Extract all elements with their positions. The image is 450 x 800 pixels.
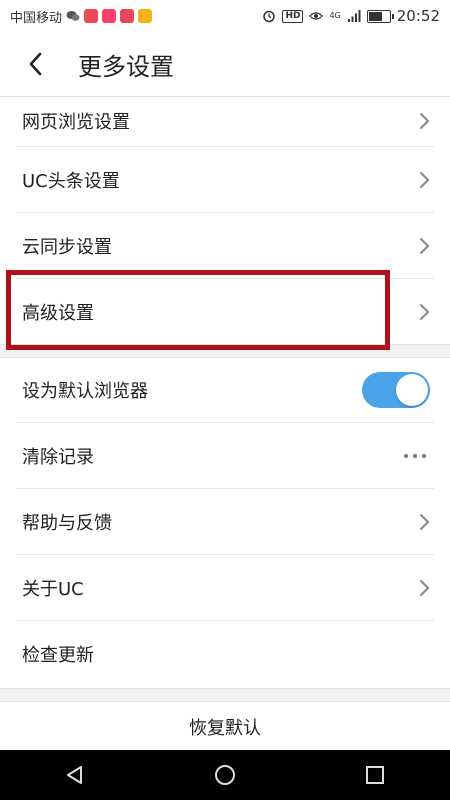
restore-defaults-button[interactable]: 恢复默认 [0,701,450,751]
eye-icon [309,12,324,20]
app-notification-icon [120,9,135,23]
chevron-right-icon [420,579,430,596]
top-app-bar: 更多设置 [0,32,450,97]
settings-item-label: UC头条设置 [22,170,120,192]
chevron-right-icon [420,237,430,254]
circle-home-icon [215,765,235,785]
settings-item-check-update[interactable]: 检查更新 [16,621,434,686]
triangle-back-icon [67,766,82,784]
toggle-knob [396,374,428,406]
settings-item-label: 云同步设置 [22,236,112,258]
settings-item-web-browsing[interactable]: 网页浏览设置 [16,96,434,147]
alarm-icon [263,10,276,23]
wechat-icon [66,11,80,21]
settings-item-label: 设为默认浏览器 [22,381,148,402]
clock: 20:52 [396,7,440,25]
square-recents-icon [366,766,384,784]
battery-level [368,11,382,21]
settings-item-label: 帮助与反馈 [22,512,112,534]
settings-item-label: 清除记录 [22,446,94,468]
chevron-right-icon [420,171,430,188]
section-divider [0,688,450,702]
settings-item-about-uc[interactable]: 关于UC [16,555,434,621]
chevron-right-icon [420,513,430,530]
battery-icon [366,9,394,23]
chevron-right-icon [420,303,430,320]
carrier-name: 中国移动 [10,10,63,26]
settings-list: 网页浏览设置 UC头条设置 云同步设置 高级设置 设为默认浏览器 清除记录 帮助… [0,96,450,686]
settings-item-label: 关于UC [22,578,84,600]
more-dots-icon [404,453,430,458]
status-bar-right: HD 4G 20:52 [262,7,450,25]
nav-recents-button[interactable] [345,750,405,800]
status-bar: 中国移动 HD 4G 20:52 [0,0,450,32]
settings-item-label: 网页浏览设置 [22,112,130,133]
settings-item-cloud-sync[interactable]: 云同步设置 [16,213,434,279]
chevron-right-icon [420,113,430,129]
hd-badge: HD [282,9,304,23]
back-button[interactable] [10,32,60,96]
nav-back-button[interactable] [45,750,105,800]
settings-item-label: 检查更新 [22,644,94,666]
app-notification-icon [138,9,153,23]
system-nav-bar [0,750,450,800]
settings-item-advanced[interactable]: 高级设置 [16,279,434,344]
app-notification-icon [102,9,117,23]
section-divider [0,344,450,358]
app-notification-icon [84,9,99,23]
settings-item-label: 高级设置 [22,302,94,324]
default-browser-toggle[interactable] [362,372,430,408]
page-title: 更多设置 [78,52,174,81]
status-bar-left: 中国移动 [0,7,153,26]
chevron-left-icon [29,52,42,76]
settings-item-help-feedback[interactable]: 帮助与反馈 [16,489,434,555]
signal-icon [347,10,361,22]
network-type: 4G [329,11,341,20]
settings-item-clear-history[interactable]: 清除记录 [16,423,434,489]
nav-home-button[interactable] [195,750,255,800]
settings-item-uc-headlines[interactable]: UC头条设置 [16,147,434,213]
settings-item-default-browser[interactable]: 设为默认浏览器 [16,358,434,423]
